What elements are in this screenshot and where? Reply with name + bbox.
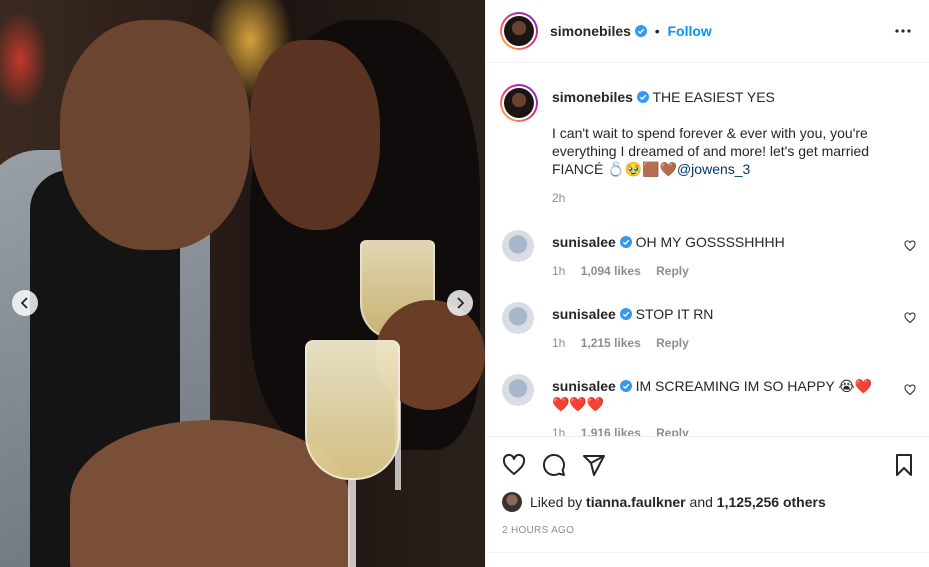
caption-username[interactable]: simonebiles — [552, 89, 633, 105]
caption-title: THE EASIEST YES — [652, 89, 775, 105]
comment-bubble-icon[interactable] — [542, 453, 566, 477]
comment-text-block: sunisalee OH MY GOSSSSHHHH — [552, 233, 882, 251]
chevron-left-icon — [20, 297, 28, 309]
first-liker-username[interactable]: tianna.faulkner — [586, 494, 686, 510]
caption-mention-link[interactable]: @jowens_3 — [677, 161, 750, 177]
verified-badge-icon — [619, 308, 632, 320]
photo-glass-stem — [348, 480, 356, 567]
liker-avatar[interactable] — [502, 492, 522, 512]
follow-button[interactable]: Follow — [668, 23, 712, 39]
author-info: simonebiles • Follow — [550, 23, 712, 39]
photo-woman-face — [250, 40, 380, 230]
comment-text: OH MY GOSSSSHHHH — [635, 234, 785, 250]
verified-badge-icon — [619, 236, 632, 248]
comment-heart-icon[interactable] — [904, 384, 916, 396]
comment-time: 1h — [552, 336, 566, 350]
bookmark-icon[interactable] — [892, 453, 916, 477]
verified-badge-icon — [636, 91, 649, 103]
comment-item: sunisalee STOP IT RN 1h 1,215 likes Repl… — [486, 302, 929, 374]
paper-plane-icon[interactable] — [582, 453, 606, 477]
photo-champagne-glass — [305, 340, 400, 480]
add-comment-bar[interactable] — [486, 552, 929, 567]
commenter-avatar[interactable] — [502, 302, 534, 334]
comment-text-block: sunisalee STOP IT RN — [552, 305, 882, 323]
commenter-username[interactable]: sunisalee — [552, 306, 616, 322]
comment-meta: 1h 1,916 likes Reply — [552, 426, 701, 436]
commenter-avatar[interactable] — [502, 230, 534, 262]
chevron-right-icon — [457, 297, 465, 309]
caption-time-ago: 2h — [552, 191, 566, 205]
comment-time: 1h — [552, 426, 566, 436]
liked-by-prefix: Liked by — [530, 494, 583, 510]
comment-heart-icon[interactable] — [904, 240, 916, 252]
comment-reply-button[interactable]: Reply — [656, 426, 689, 436]
commenter-username[interactable]: sunisalee — [552, 378, 616, 394]
comment-likes-count[interactable]: 1,215 likes — [581, 336, 641, 350]
comment-meta: 1h 1,215 likes Reply — [552, 336, 701, 350]
comment-reply-button[interactable]: Reply — [656, 264, 689, 278]
comment-meta: 1h 1,094 likes Reply — [552, 264, 701, 278]
caption: simonebiles THE EASIEST YES I can't wait… — [552, 88, 912, 178]
liked-by: Liked by tianna.faulkner and 1,125,256 o… — [502, 492, 826, 512]
post-details-panel: simonebiles • Follow simonebiles THE EAS… — [485, 0, 929, 567]
comment-text: STOP IT RN — [635, 306, 714, 322]
comment-likes-count[interactable]: 1,916 likes — [581, 426, 641, 436]
commenter-avatar[interactable] — [502, 374, 534, 406]
comment-reply-button[interactable]: Reply — [656, 336, 689, 350]
comment-heart-icon[interactable] — [904, 312, 916, 324]
caption-author-avatar[interactable] — [500, 84, 538, 122]
other-likers-count[interactable]: 1,125,256 others — [717, 494, 826, 510]
commenter-username[interactable]: sunisalee — [552, 234, 616, 250]
post-header: simonebiles • Follow — [486, 0, 929, 63]
comments-scroll-area[interactable]: simonebiles THE EASIEST YES I can't wait… — [486, 64, 929, 436]
comment-item: sunisalee OH MY GOSSSSHHHH 1h 1,094 like… — [486, 230, 929, 302]
author-avatar[interactable] — [500, 12, 538, 50]
post-date: 2 HOURS AGO — [502, 525, 575, 536]
verified-badge-icon — [634, 25, 647, 37]
post-photo[interactable] — [0, 0, 485, 567]
author-username[interactable]: simonebiles — [550, 23, 631, 39]
post-actions: Liked by tianna.faulkner and 1,125,256 o… — [486, 436, 929, 552]
more-options-icon[interactable] — [894, 26, 912, 36]
verified-badge-icon — [619, 380, 632, 392]
photo-man-head — [60, 20, 250, 250]
separator-dot: • — [654, 23, 660, 39]
comment-time: 1h — [552, 264, 566, 278]
comment-item: sunisalee IM SCREAMING IM SO HAPPY 😭❤️❤️… — [486, 374, 929, 436]
previous-photo-button[interactable] — [12, 290, 38, 316]
heart-icon[interactable] — [502, 453, 526, 477]
comment-text-block: sunisalee IM SCREAMING IM SO HAPPY 😭❤️❤️… — [552, 377, 882, 413]
liked-by-and: and — [689, 494, 713, 510]
next-photo-button[interactable] — [447, 290, 473, 316]
comment-likes-count[interactable]: 1,094 likes — [581, 264, 641, 278]
